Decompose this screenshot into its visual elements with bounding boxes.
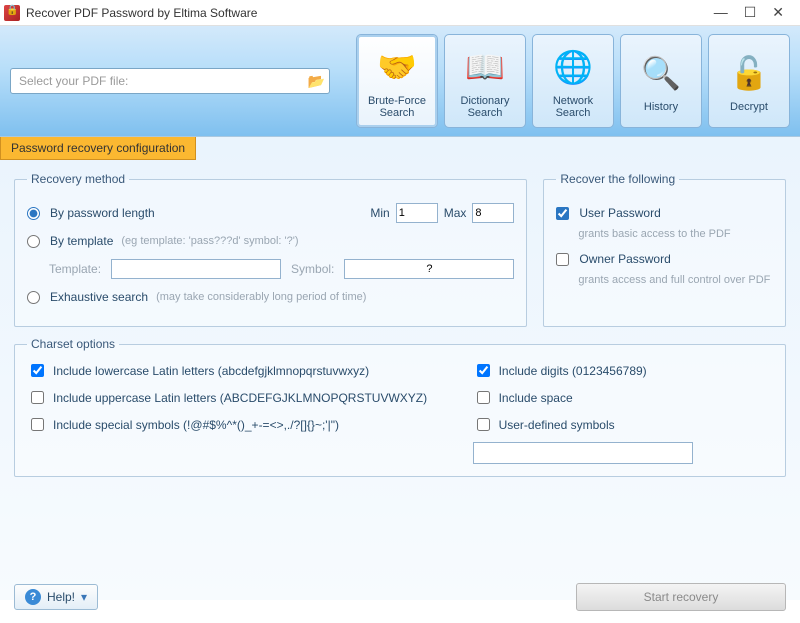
history-label: History — [644, 101, 678, 113]
symbol-label: Symbol: — [291, 262, 334, 276]
app-icon — [4, 5, 20, 21]
toolbar-buttons: 🤝 Brute-Force Search 📖 Dictionary Search… — [356, 34, 790, 128]
by-template-row: By template (eg template: 'pass???d' sym… — [27, 230, 514, 252]
config-tab[interactable]: Password recovery configuration — [0, 137, 196, 160]
decrypt-label: Decrypt — [730, 101, 768, 113]
window-title: Recover PDF Password by Eltima Software — [26, 6, 702, 20]
history-button[interactable]: 🔍 History — [620, 34, 702, 128]
recovery-method-legend: Recovery method — [27, 172, 129, 186]
brute-force-icon: 🤝 — [373, 43, 421, 91]
titlebar: Recover PDF Password by Eltima Software … — [0, 0, 800, 26]
help-button[interactable]: ? Help! ▾ — [14, 584, 98, 610]
lowercase-checkbox[interactable] — [31, 364, 44, 377]
decrypt-button[interactable]: 🔓 Decrypt — [708, 34, 790, 128]
minimize-button[interactable]: — — [714, 4, 728, 21]
template-label: Template: — [49, 262, 101, 276]
window-controls: — ☐ ✕ — [702, 4, 796, 21]
uppercase-row: Include uppercase Latin letters (ABCDEFG… — [27, 388, 433, 407]
uppercase-label: Include uppercase Latin letters (ABCDEFG… — [53, 391, 427, 405]
network-button[interactable]: 🌐 Network Search — [532, 34, 614, 128]
digits-checkbox[interactable] — [477, 364, 490, 377]
recovery-method-group: Recovery method By password length Min M… — [14, 172, 527, 327]
min-label: Min — [370, 206, 389, 220]
by-password-length-radio[interactable] — [27, 207, 40, 220]
start-recovery-button[interactable]: Start recovery — [576, 583, 786, 611]
template-input[interactable] — [111, 259, 281, 279]
exhaustive-row: Exhaustive search (may take considerably… — [27, 286, 514, 308]
space-row: Include space — [473, 388, 773, 407]
symbol-input[interactable] — [344, 259, 514, 279]
charset-group: Charset options Include lowercase Latin … — [14, 337, 786, 477]
exhaustive-radio[interactable] — [27, 291, 40, 304]
lowercase-label: Include lowercase Latin letters (abcdefg… — [53, 364, 369, 378]
dictionary-icon: 📖 — [461, 43, 509, 91]
by-template-label: By template — [50, 234, 113, 248]
body-pane: Password recovery configuration Recovery… — [0, 136, 800, 600]
help-label: Help! — [47, 590, 75, 604]
dictionary-button[interactable]: 📖 Dictionary Search — [444, 34, 526, 128]
uppercase-checkbox[interactable] — [31, 391, 44, 404]
user-password-label: User Password — [579, 206, 660, 220]
special-label: Include special symbols (!@#$%^*()_+-=<>… — [53, 418, 339, 432]
user-defined-checkbox[interactable] — [477, 418, 490, 431]
max-input[interactable] — [472, 203, 514, 223]
owner-password-row: Owner Password — [556, 248, 773, 270]
user-password-row: User Password — [556, 202, 773, 224]
special-row: Include special symbols (!@#$%^*()_+-=<>… — [27, 415, 433, 434]
charset-legend: Charset options — [27, 337, 119, 351]
network-icon: 🌐 — [549, 43, 597, 91]
owner-password-hint: grants access and full control over PDF — [556, 274, 773, 286]
template-hint: (eg template: 'pass???d' symbol: '?') — [121, 235, 298, 247]
user-password-hint: grants basic access to the PDF — [556, 228, 773, 240]
help-icon: ? — [25, 589, 41, 605]
folder-open-icon[interactable]: 📂 — [308, 73, 325, 90]
start-recovery-label: Start recovery — [644, 590, 719, 604]
header-toolbar: Select your PDF file: 📂 🤝 Brute-Force Se… — [0, 26, 800, 136]
space-label: Include space — [499, 391, 573, 405]
lowercase-row: Include lowercase Latin letters (abcdefg… — [27, 361, 433, 380]
digits-label: Include digits (0123456789) — [499, 364, 647, 378]
min-input[interactable] — [396, 203, 438, 223]
brute-force-button[interactable]: 🤝 Brute-Force Search — [356, 34, 438, 128]
pdf-file-input[interactable]: Select your PDF file: 📂 — [10, 68, 330, 94]
user-defined-input[interactable] — [473, 442, 693, 464]
user-password-checkbox[interactable] — [556, 207, 569, 220]
dictionary-label: Dictionary Search — [449, 95, 521, 119]
history-icon: 🔍 — [637, 49, 685, 97]
special-checkbox[interactable] — [31, 418, 44, 431]
brute-force-label: Brute-Force Search — [361, 95, 433, 119]
owner-password-checkbox[interactable] — [556, 253, 569, 266]
maximize-button[interactable]: ☐ — [744, 4, 757, 21]
max-label: Max — [444, 206, 467, 220]
footer: ? Help! ▾ Start recovery — [14, 583, 786, 611]
by-password-length-row: By password length Min Max — [27, 202, 514, 224]
close-button[interactable]: ✕ — [772, 4, 784, 21]
recover-following-legend: Recover the following — [556, 172, 679, 186]
user-defined-row: User-defined symbols — [473, 415, 773, 434]
pdf-file-placeholder: Select your PDF file: — [19, 74, 128, 88]
chevron-down-icon: ▾ — [81, 590, 87, 604]
network-label: Network Search — [537, 95, 609, 119]
by-template-radio[interactable] — [27, 235, 40, 248]
exhaustive-label: Exhaustive search — [50, 290, 148, 304]
owner-password-label: Owner Password — [579, 252, 670, 266]
digits-row: Include digits (0123456789) — [473, 361, 773, 380]
exhaustive-hint: (may take considerably long period of ti… — [156, 291, 366, 303]
user-defined-label: User-defined symbols — [499, 418, 615, 432]
space-checkbox[interactable] — [477, 391, 490, 404]
decrypt-icon: 🔓 — [725, 49, 773, 97]
by-password-length-label: By password length — [50, 206, 155, 220]
recover-following-group: Recover the following User Password gran… — [543, 172, 786, 327]
template-fields-row: Template: Symbol: — [27, 258, 514, 280]
